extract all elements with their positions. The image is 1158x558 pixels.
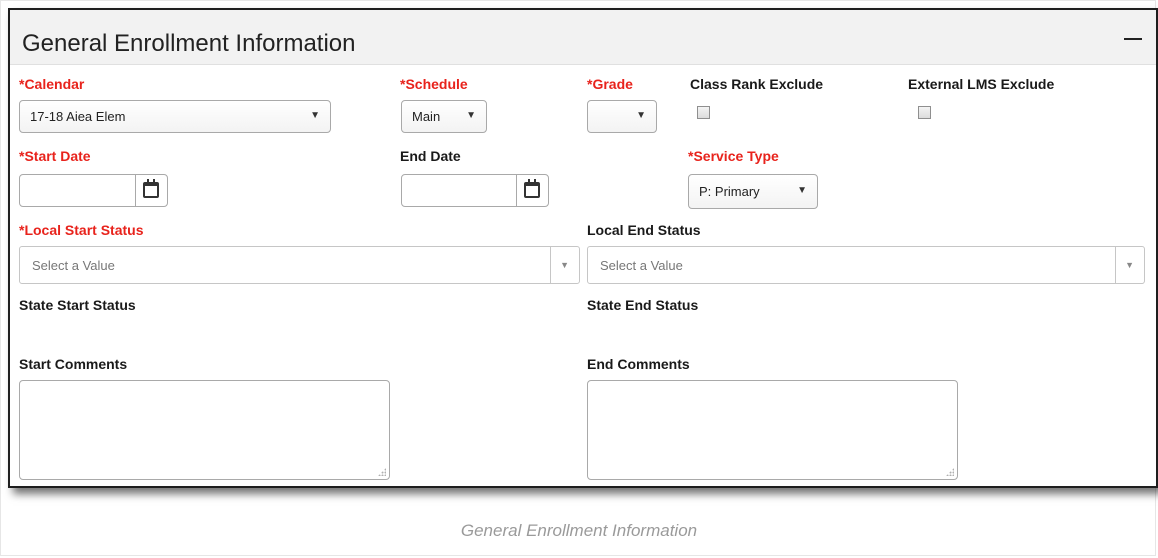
dropdown-arrow-icon: ▼	[310, 110, 320, 121]
local-end-status-label: Local End Status	[587, 222, 701, 238]
start-date-field[interactable]	[19, 174, 168, 207]
local-end-status-placeholder: Select a Value	[600, 258, 683, 273]
schedule-value: Main	[412, 109, 441, 124]
start-comments-textarea[interactable]	[19, 380, 390, 480]
dropdown-arrow-icon: ▼	[466, 110, 476, 121]
local-start-status-placeholder: Select a Value	[32, 258, 115, 273]
field-divider	[135, 175, 136, 206]
external-lms-exclude-label: External LMS Exclude	[908, 76, 1055, 92]
class-rank-exclude-label: Class Rank Exclude	[690, 76, 824, 92]
end-comments-textarea[interactable]	[587, 380, 958, 480]
field-divider	[550, 247, 551, 283]
grade-label: *Grade	[587, 76, 633, 92]
state-start-status-label: State Start Status	[19, 297, 136, 313]
external-lms-exclude-checkbox[interactable]	[918, 106, 931, 119]
panel-header: General Enrollment Information	[10, 10, 1156, 65]
resize-grip-icon[interactable]	[946, 468, 954, 476]
minus-icon	[1124, 38, 1142, 40]
field-divider	[516, 175, 517, 206]
calendar-value: 17-18 Aiea Elem	[30, 109, 126, 124]
dropdown-arrow-icon: ▼	[636, 110, 646, 121]
end-date-label: End Date	[400, 148, 461, 164]
field-divider	[1115, 247, 1116, 283]
class-rank-exclude-checkbox[interactable]	[697, 106, 710, 119]
schedule-label: *Schedule	[400, 76, 468, 92]
local-start-status-label: *Local Start Status	[19, 222, 144, 238]
dropdown-arrow-icon: ▼	[797, 185, 807, 196]
panel-title: General Enrollment Information	[22, 30, 356, 57]
schedule-select[interactable]: Main ▼	[401, 100, 487, 133]
resize-grip-icon[interactable]	[378, 468, 386, 476]
dropdown-arrow-icon: ▼	[560, 260, 569, 270]
service-type-value: P: Primary	[699, 184, 760, 199]
service-type-select[interactable]: P: Primary ▼	[688, 174, 818, 209]
end-comments-label: End Comments	[587, 356, 690, 372]
image-caption: General Enrollment Information	[460, 521, 698, 540]
service-type-label: *Service Type	[688, 148, 779, 164]
calendar-select[interactable]: 17-18 Aiea Elem ▼	[19, 100, 331, 133]
calendar-label: *Calendar	[19, 76, 85, 92]
end-date-field[interactable]	[401, 174, 549, 207]
calendar-icon[interactable]	[524, 179, 540, 198]
calendar-icon[interactable]	[143, 179, 159, 198]
collapse-button[interactable]	[1124, 34, 1142, 46]
grade-select[interactable]: ▼	[587, 100, 657, 133]
start-date-label: *Start Date	[19, 148, 91, 164]
state-end-status-label: State End Status	[587, 297, 699, 313]
start-comments-label: Start Comments	[19, 356, 128, 372]
dropdown-arrow-icon: ▼	[1125, 260, 1134, 270]
local-end-status-select[interactable]: Select a Value ▼	[587, 246, 1145, 284]
local-start-status-select[interactable]: Select a Value ▼	[19, 246, 580, 284]
